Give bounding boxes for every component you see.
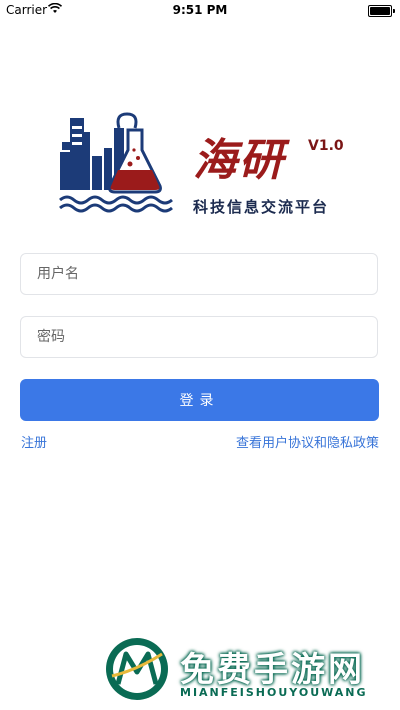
watermark-logo-icon (106, 638, 168, 700)
watermark-title: 免费手游网 (180, 650, 365, 690)
login-button[interactable]: 登录 (20, 379, 379, 421)
status-bar: Carrier 9:51 PM (0, 0, 400, 22)
brand-slogan: 科技信息交流平台 (193, 198, 330, 216)
password-input[interactable] (21, 317, 377, 357)
username-input[interactable] (21, 254, 377, 294)
clock-time: 9:51 PM (172, 3, 228, 17)
privacy-policy-link[interactable]: 查看用户协议和隐私政策 (236, 432, 379, 451)
register-link[interactable]: 注册 (21, 432, 47, 451)
brand-title: 海研 (193, 135, 285, 186)
watermark-subtitle: MIANFEISHOUYOUWANG (180, 686, 368, 699)
battery-icon (368, 5, 395, 17)
factory-flask-icon (59, 112, 173, 213)
username-field[interactable] (20, 253, 378, 295)
app-logo: 海研 V1.0 科技信息交流平台 (58, 112, 348, 222)
password-field[interactable] (20, 316, 378, 358)
version-label: V1.0 (308, 138, 344, 154)
